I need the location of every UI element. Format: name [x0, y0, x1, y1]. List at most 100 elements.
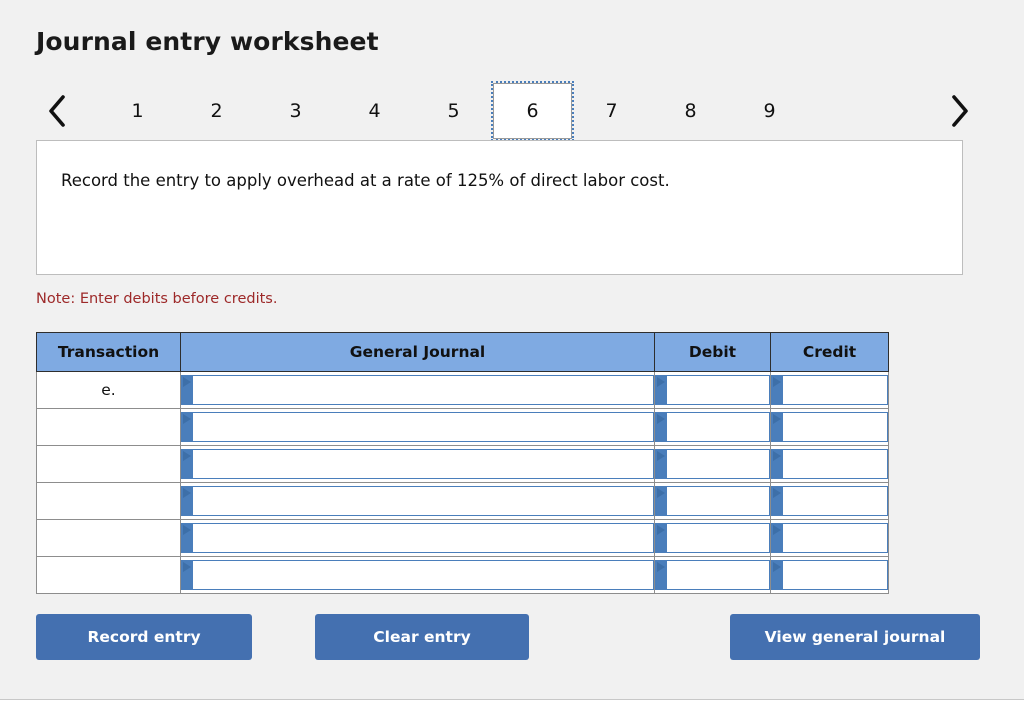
credit-input-box[interactable] [771, 375, 888, 405]
pager-tab-4[interactable]: 4 [335, 83, 414, 139]
credit-input-box[interactable] [771, 523, 888, 553]
account-input[interactable] [194, 524, 653, 552]
credit-cell[interactable] [770, 445, 889, 483]
dropdown-triangle-icon [181, 560, 193, 590]
transaction-label: e. [36, 371, 181, 409]
pager-tab-2[interactable]: 2 [177, 83, 256, 139]
pager-tab-7[interactable]: 7 [572, 83, 651, 139]
debit-input-box[interactable] [655, 560, 770, 590]
account-select-box[interactable] [181, 523, 654, 553]
instruction-text: Record the entry to apply overhead at a … [61, 171, 670, 190]
dropdown-triangle-icon [655, 523, 667, 553]
dropdown-triangle-icon [181, 449, 193, 479]
debit-input-box[interactable] [655, 486, 770, 516]
credit-input[interactable] [784, 561, 887, 589]
credit-cell[interactable] [770, 482, 889, 520]
account-select-box[interactable] [181, 375, 654, 405]
debit-input-box[interactable] [655, 375, 770, 405]
account-input[interactable] [194, 561, 653, 589]
debit-cell[interactable] [654, 556, 771, 594]
chevron-left-icon [46, 94, 68, 128]
general-journal-cell[interactable] [180, 371, 655, 409]
dropdown-triangle-icon [655, 560, 667, 590]
worksheet-panel: Journal entry worksheet 1 2 3 4 5 6 7 8 … [0, 0, 1024, 700]
general-journal-cell[interactable] [180, 556, 655, 594]
general-journal-cell[interactable] [180, 519, 655, 557]
transaction-label [36, 408, 181, 446]
dropdown-triangle-icon [181, 486, 193, 516]
pager-tab-3[interactable]: 3 [256, 83, 335, 139]
credit-cell[interactable] [770, 408, 889, 446]
column-header-general-journal: General Journal [180, 332, 655, 372]
dropdown-triangle-icon [655, 412, 667, 442]
debit-cell[interactable] [654, 371, 771, 409]
view-general-journal-button[interactable]: View general journal [730, 614, 980, 660]
debit-cell[interactable] [654, 408, 771, 446]
general-journal-cell[interactable] [180, 408, 655, 446]
account-input[interactable] [194, 487, 653, 515]
pager-tab-6[interactable]: 6 [491, 81, 574, 141]
credit-input-box[interactable] [771, 412, 888, 442]
page-title: Journal entry worksheet [36, 27, 379, 56]
account-select-box[interactable] [181, 412, 654, 442]
dropdown-triangle-icon [771, 412, 783, 442]
debit-input[interactable] [668, 376, 769, 404]
table-row [36, 445, 889, 483]
account-input[interactable] [194, 376, 653, 404]
debit-input[interactable] [668, 487, 769, 515]
record-entry-button[interactable]: Record entry [36, 614, 252, 660]
dropdown-triangle-icon [771, 449, 783, 479]
clear-entry-button[interactable]: Clear entry [315, 614, 529, 660]
column-header-transaction: Transaction [36, 332, 181, 372]
credit-cell[interactable] [770, 556, 889, 594]
debit-input[interactable] [668, 413, 769, 441]
pager-tab-5[interactable]: 5 [414, 83, 493, 139]
dropdown-triangle-icon [771, 486, 783, 516]
pager-tab-1[interactable]: 1 [98, 83, 177, 139]
table-header-row: Transaction General Journal Debit Credit [36, 332, 889, 372]
chevron-right-icon [948, 94, 970, 128]
table-row [36, 519, 889, 557]
table-row: e. [36, 371, 889, 409]
credit-input[interactable] [784, 450, 887, 478]
transaction-label [36, 482, 181, 520]
debit-input-box[interactable] [655, 523, 770, 553]
debit-cell[interactable] [654, 482, 771, 520]
debit-input-box[interactable] [655, 412, 770, 442]
credit-input[interactable] [784, 413, 887, 441]
account-input[interactable] [194, 413, 653, 441]
previous-page-button[interactable] [36, 83, 78, 139]
dropdown-triangle-icon [771, 375, 783, 405]
table-row [36, 556, 889, 594]
transaction-label [36, 445, 181, 483]
general-journal-cell[interactable] [180, 482, 655, 520]
dropdown-triangle-icon [655, 375, 667, 405]
credit-input[interactable] [784, 487, 887, 515]
next-page-button[interactable] [938, 83, 980, 139]
dropdown-triangle-icon [771, 560, 783, 590]
credit-input[interactable] [784, 524, 887, 552]
credit-cell[interactable] [770, 519, 889, 557]
transaction-label [36, 519, 181, 557]
table-row [36, 408, 889, 446]
debit-input[interactable] [668, 524, 769, 552]
pager-tab-8[interactable]: 8 [651, 83, 730, 139]
account-input[interactable] [194, 450, 653, 478]
account-select-box[interactable] [181, 449, 654, 479]
account-select-box[interactable] [181, 560, 654, 590]
credit-cell[interactable] [770, 371, 889, 409]
account-select-box[interactable] [181, 486, 654, 516]
debit-cell[interactable] [654, 519, 771, 557]
general-journal-cell[interactable] [180, 445, 655, 483]
instruction-panel: Record the entry to apply overhead at a … [36, 140, 963, 275]
pager-tab-9[interactable]: 9 [730, 83, 809, 139]
credit-input-box[interactable] [771, 560, 888, 590]
debit-input-box[interactable] [655, 449, 770, 479]
credit-input[interactable] [784, 376, 887, 404]
debit-input[interactable] [668, 450, 769, 478]
credit-input-box[interactable] [771, 449, 888, 479]
credit-input-box[interactable] [771, 486, 888, 516]
debit-input[interactable] [668, 561, 769, 589]
debit-cell[interactable] [654, 445, 771, 483]
action-button-bar: Record entry Clear entry View general jo… [36, 614, 980, 660]
